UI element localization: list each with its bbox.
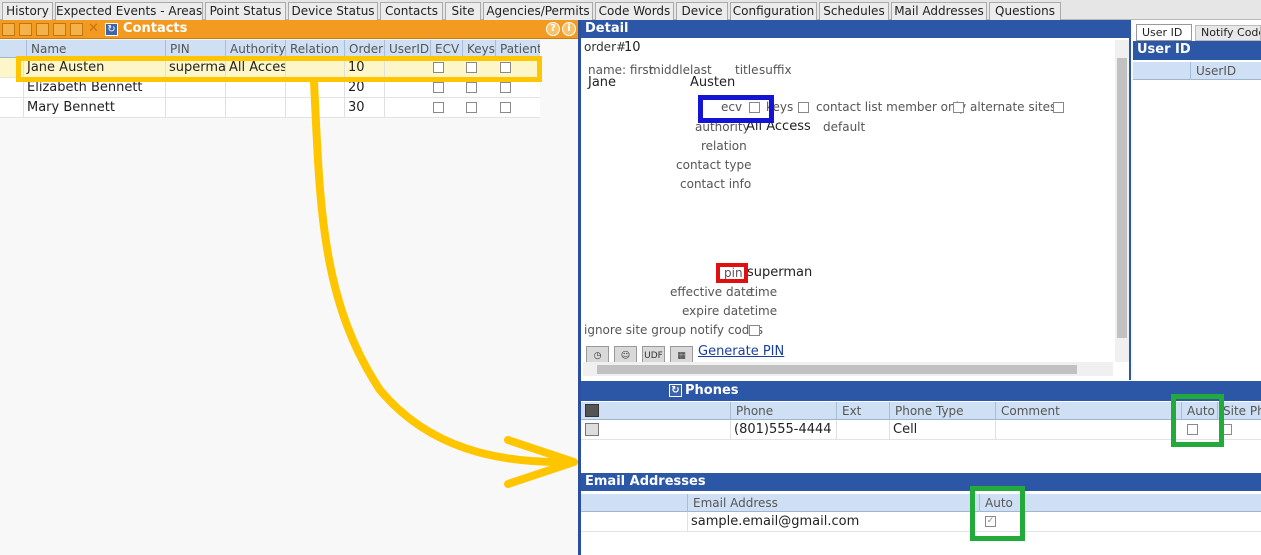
annotation-arrow [310,78,578,488]
